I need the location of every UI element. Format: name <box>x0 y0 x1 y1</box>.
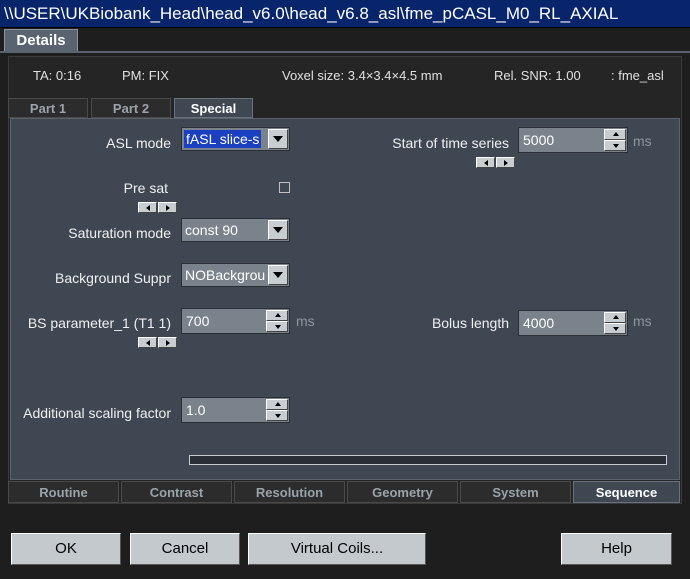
arrow-right-icon[interactable] <box>158 202 177 213</box>
additional-scaling-label: Additional scaling factor <box>23 405 171 421</box>
tab-details[interactable]: Details <box>4 29 78 52</box>
tab-sequence[interactable]: Sequence <box>573 481 680 503</box>
sequence-name-readout: : fme_asl <box>611 68 664 83</box>
start-time-series-value: 5000 <box>523 132 555 148</box>
voxel-size-readout: Voxel size: 3.4×3.4×4.5 mm <box>282 68 443 83</box>
tab-routine[interactable]: Routine <box>8 481 119 503</box>
bs-parameter-1-label: BS parameter_1 (T1 1) <box>27 315 171 331</box>
subtab-part-2[interactable]: Part 2 <box>91 98 171 118</box>
arrow-left-icon[interactable] <box>138 202 157 213</box>
chevron-down-icon[interactable] <box>268 265 288 285</box>
help-button[interactable]: Help <box>561 533 672 565</box>
increment-arrow-icon[interactable] <box>604 129 626 140</box>
decrement-arrow-icon[interactable] <box>604 323 626 334</box>
saturation-mode-value: const 90 <box>185 222 238 238</box>
arrow-left-icon[interactable] <box>138 337 157 348</box>
cancel-button[interactable]: Cancel <box>130 533 240 565</box>
progress-bar <box>189 455 667 465</box>
tab-system[interactable]: System <box>460 481 571 503</box>
asl-mode-select[interactable]: fASL slice-s <box>181 127 290 151</box>
virtual-coils-button[interactable]: Virtual Coils... <box>248 533 426 565</box>
subtab-special[interactable]: Special <box>174 98 253 118</box>
background-suppr-label: Background Suppr <box>55 270 171 286</box>
increment-arrow-icon[interactable] <box>266 399 288 410</box>
asl-mode-value: fASL slice-s <box>184 130 262 148</box>
additional-scaling-value: 1.0 <box>186 402 206 418</box>
bolus-length-value: 4000 <box>523 315 555 331</box>
arrow-left-icon[interactable] <box>476 157 495 168</box>
pre-sat-nav[interactable] <box>138 202 178 213</box>
increment-arrow-icon[interactable] <box>604 312 626 323</box>
tab-underline <box>0 51 690 53</box>
pre-sat-label: Pre sat <box>123 180 168 196</box>
saturation-mode-label: Saturation mode <box>68 225 171 241</box>
chevron-down-icon[interactable] <box>268 129 288 149</box>
bs-parameter-1-unit: ms <box>296 313 315 329</box>
tab-resolution[interactable]: Resolution <box>234 481 345 503</box>
bolus-length-stepper[interactable]: 4000 <box>518 310 628 336</box>
bolus-length-label: Bolus length <box>431 315 509 331</box>
pre-sat-checkbox[interactable] <box>279 182 290 193</box>
special-panel <box>10 118 680 480</box>
asl-mode-label: ASL mode <box>106 135 171 151</box>
arrow-right-icon[interactable] <box>158 337 177 348</box>
arrow-right-icon[interactable] <box>496 157 515 168</box>
tab-geometry[interactable]: Geometry <box>347 481 458 503</box>
bolus-length-unit: ms <box>633 313 652 329</box>
bs-parameter-1-value: 700 <box>186 313 210 329</box>
start-time-series-unit: ms <box>633 133 652 149</box>
bs-parameter-1-nav[interactable] <box>138 337 178 348</box>
tab-contrast[interactable]: Contrast <box>121 481 232 503</box>
start-time-series-stepper[interactable]: 5000 <box>518 127 628 153</box>
increment-arrow-icon[interactable] <box>266 310 288 321</box>
decrement-arrow-icon[interactable] <box>266 410 288 421</box>
start-time-series-label: Start of time series <box>392 135 509 151</box>
subtab-part-1[interactable]: Part 1 <box>8 98 88 118</box>
pm-readout: PM: FIX <box>122 68 169 83</box>
ta-readout: TA: 0:16 <box>33 68 82 83</box>
background-suppr-select[interactable]: NOBackgrou <box>181 263 290 287</box>
decrement-arrow-icon[interactable] <box>266 321 288 332</box>
window-title: \\USER\UKBiobank_Head\head_v6.0\head_v6.… <box>0 0 690 28</box>
ok-button[interactable]: OK <box>11 533 121 565</box>
background-suppr-value: NOBackgrou <box>185 267 266 283</box>
chevron-down-icon[interactable] <box>268 220 288 240</box>
start-time-series-nav[interactable] <box>476 157 516 168</box>
decrement-arrow-icon[interactable] <box>604 140 626 151</box>
saturation-mode-select[interactable]: const 90 <box>181 218 290 242</box>
snr-readout: Rel. SNR: 1.00 <box>494 68 581 83</box>
bs-parameter-1-stepper[interactable]: 700 <box>181 308 290 334</box>
additional-scaling-stepper[interactable]: 1.0 <box>181 397 290 423</box>
